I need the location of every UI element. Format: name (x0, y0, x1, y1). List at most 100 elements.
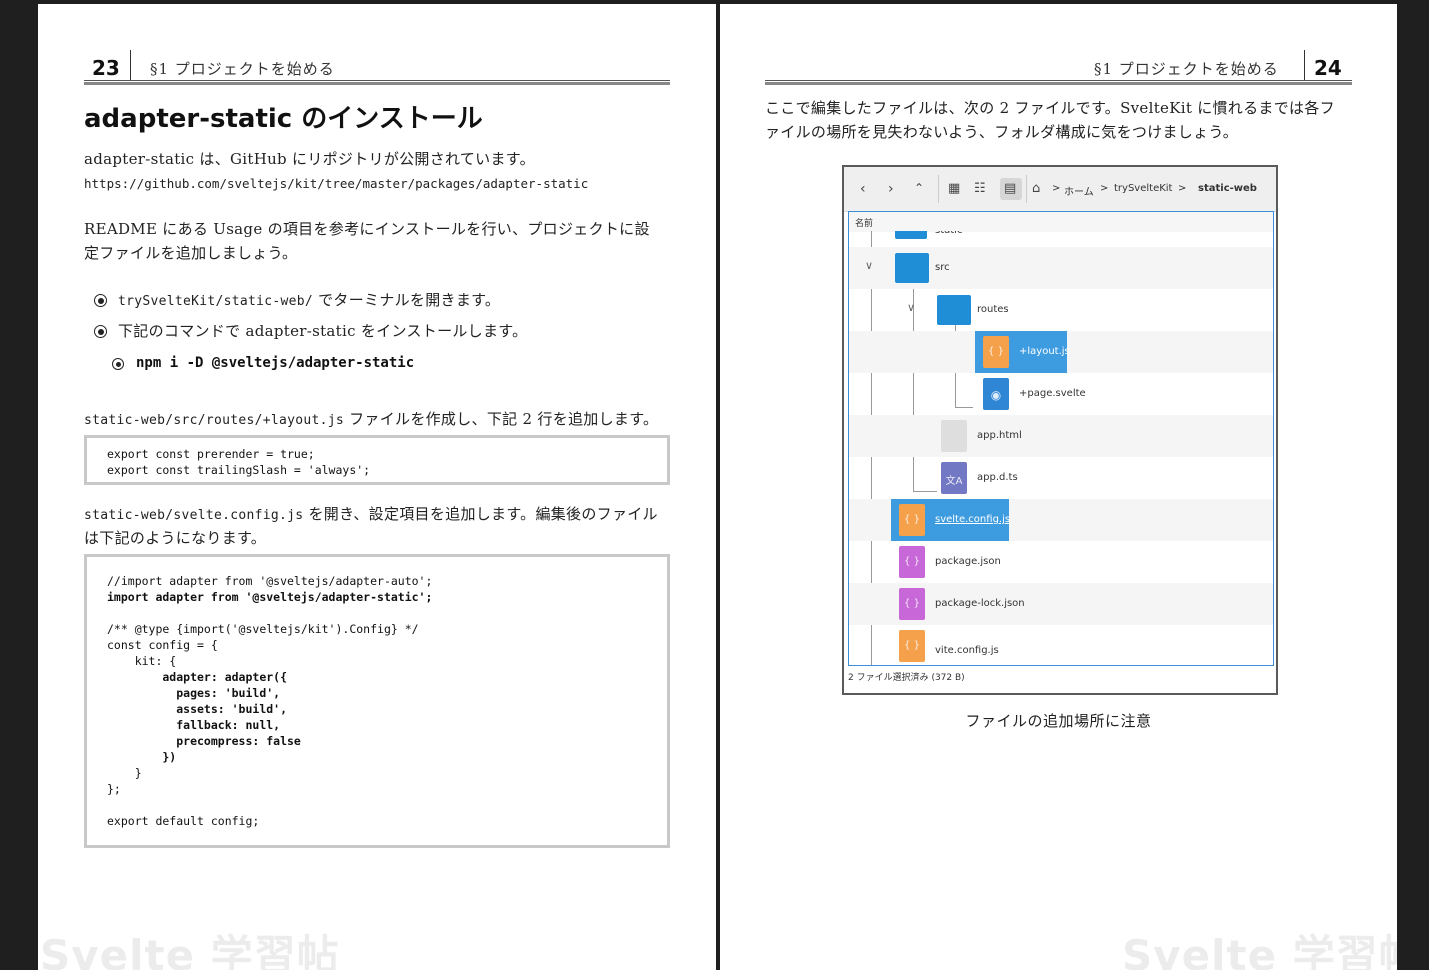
sub-bullet-icon (112, 358, 124, 370)
paragraph-line: static-web/svelte.config.js を開き、設定項目を追加し… (84, 502, 658, 528)
code-line: export const prerender = true; (107, 447, 315, 461)
code-line: //import adapter from '@sveltejs/adapter… (107, 574, 433, 588)
file-name: package-lock.json (935, 598, 1025, 609)
paragraph-line: 定ファイルを追加しましょう。 (84, 244, 298, 262)
code-line: fallback: null, (107, 718, 281, 732)
home-icon[interactable]: ⌂ (1032, 181, 1040, 196)
code-line: assets: 'build', (107, 702, 288, 716)
file-row[interactable]: 文A app.d.ts (849, 457, 1273, 499)
code-line: pages: 'build', (107, 686, 281, 700)
breadcrumb-item[interactable]: static-web (1198, 183, 1257, 194)
bullet-icon (94, 325, 107, 338)
json-file-icon: { } (899, 588, 925, 620)
watermark: Svelte 学習帖 (40, 931, 340, 970)
page-heading: adapter-static のインストール (84, 104, 483, 134)
file-row[interactable]: { } package-lock.json (849, 583, 1273, 625)
file-row[interactable]: app.html (849, 415, 1273, 457)
code-line: } (107, 766, 142, 780)
install-command: npm i -D @sveltejs/adapter-static (136, 355, 415, 371)
file-row[interactable]: ◉ +page.svelte (849, 373, 1273, 415)
column-header[interactable]: 名前 (848, 211, 1274, 232)
chevron-down-icon[interactable]: ∨ (907, 301, 915, 314)
file-name: +page.svelte (1019, 388, 1086, 399)
bullet-item: 下記のコマンドで adapter-static をインストールします。 (118, 322, 528, 340)
file-row[interactable]: static (849, 231, 1273, 247)
icon-view-icon[interactable]: ▦ (948, 181, 960, 196)
code-line: const config = { (107, 638, 218, 652)
code-block-config: //import adapter from '@sveltejs/adapter… (84, 554, 670, 848)
file-name: src (935, 262, 950, 273)
html-file-icon (941, 420, 967, 452)
file-name: vite.config.js (935, 645, 999, 656)
file-row[interactable]: { } svelte.config.js (849, 499, 1273, 541)
detail-view-icon[interactable]: ▤ (1004, 181, 1016, 196)
file-name: package.json (935, 556, 1001, 567)
bullet-item: trySvelteKit/static-web/ でターミナルを開きます。 (118, 288, 500, 314)
breadcrumb-item[interactable]: trySvelteKit (1114, 183, 1172, 194)
right-page: §1 プロジェクトを始める 24 ここで編集したファイルは、次の 2 ファイルで… (720, 4, 1397, 970)
paragraph-line: ァイルの場所を見失わないよう、フォルダ構成に気をつけましょう。 (765, 123, 1239, 141)
bullet-icon (94, 294, 107, 307)
file-manager-toolbar: ‹ › ⌃ ▦ ☷ ▤ ⌂ > ホーム > trySvelteKit > sta… (844, 167, 1276, 212)
paragraph-line: は下記のようになります。 (84, 529, 267, 547)
repo-url[interactable]: https://github.com/sveltejs/kit/tree/mas… (84, 176, 588, 191)
paragraph-line: README にある Usage の項目を参考にインストールを行い、プロジェクト… (84, 220, 650, 238)
header-rule (84, 80, 670, 81)
up-icon[interactable]: ⌃ (914, 181, 924, 195)
header-divider (1304, 50, 1305, 80)
js-file-icon: { } (899, 630, 925, 662)
file-name: +layout.js (1019, 346, 1070, 357)
code-line: import adapter from '@sveltejs/adapter-s… (107, 590, 433, 604)
toolbar-separator (1026, 175, 1027, 203)
ts-file-icon: 文A (941, 462, 967, 494)
figure-caption: ファイルの追加場所に注意 (965, 712, 1152, 730)
svelte-file-icon: ◉ (983, 378, 1009, 410)
intro-text: adapter-static は、GitHub にリポジトリが公開されています。 (84, 150, 535, 168)
page-number: 24 (1314, 56, 1342, 80)
paragraph-line: ここで編集したファイルは、次の 2 ファイルです。SvelteKit に慣れるま… (765, 99, 1335, 117)
file-name: static (935, 231, 962, 236)
js-file-icon: { } (983, 336, 1009, 368)
file-name: routes (977, 304, 1009, 315)
header-rule-thick (84, 82, 670, 85)
code-line: }; (107, 782, 121, 796)
header-rule-thick (765, 82, 1352, 85)
js-file-icon: { } (899, 504, 925, 536)
watermark: Svelte 学習帖 (1122, 931, 1397, 970)
bullet-text: でターミナルを開きます。 (313, 291, 501, 309)
file-row[interactable]: ∨ routes (849, 289, 1273, 331)
breadcrumb-separator: > (1052, 183, 1061, 194)
paragraph-text: を開き、設定項目を追加します。編集後のファイル (303, 505, 658, 523)
chevron-down-icon[interactable]: ∨ (865, 259, 873, 272)
file-name: app.html (977, 430, 1022, 441)
paragraph-line: static-web/src/routes/+layout.js ファイルを作成… (84, 407, 658, 433)
code-line: kit: { (107, 654, 177, 668)
file-row[interactable]: { } package.json (849, 541, 1273, 583)
status-bar: 2 ファイル選択済み (372 B) (848, 673, 965, 683)
folder-icon (895, 253, 929, 283)
folder-icon (937, 295, 971, 325)
file-row[interactable]: { } vite.config.js (849, 625, 1273, 665)
left-page: 23 §1 プロジェクトを始める adapter-static のインストール … (38, 4, 716, 970)
file-name: svelte.config.js (935, 514, 1011, 525)
section-title: §1 プロジェクトを始める (1094, 60, 1279, 78)
code-line: /** @type {import('@sveltejs/kit').Confi… (107, 622, 419, 636)
breadcrumb-item[interactable]: ホーム (1064, 183, 1094, 198)
file-manager-screenshot: ‹ › ⌃ ▦ ☷ ▤ ⌂ > ホーム > trySvelteKit > sta… (842, 165, 1278, 695)
page-number: 23 (92, 56, 120, 80)
file-row[interactable]: { } +layout.js (849, 331, 1273, 373)
forward-icon[interactable]: › (888, 181, 894, 197)
inline-code: static-web/src/routes/+layout.js (84, 413, 345, 428)
file-name: app.d.ts (977, 472, 1018, 483)
toolbar-separator (938, 175, 939, 203)
header-divider (130, 50, 131, 80)
breadcrumb-separator: > (1100, 183, 1109, 194)
code-line: export default config; (107, 814, 260, 828)
file-row[interactable]: ∨ src (849, 247, 1273, 289)
code-line: }) (107, 750, 177, 764)
back-icon[interactable]: ‹ (860, 181, 866, 197)
file-list: static ∨ src ∨ routes { } +layout.js (848, 231, 1274, 666)
compact-view-icon[interactable]: ☷ (974, 181, 986, 196)
breadcrumb-separator: > (1178, 183, 1187, 194)
inline-code: static-web/svelte.config.js (84, 508, 304, 523)
